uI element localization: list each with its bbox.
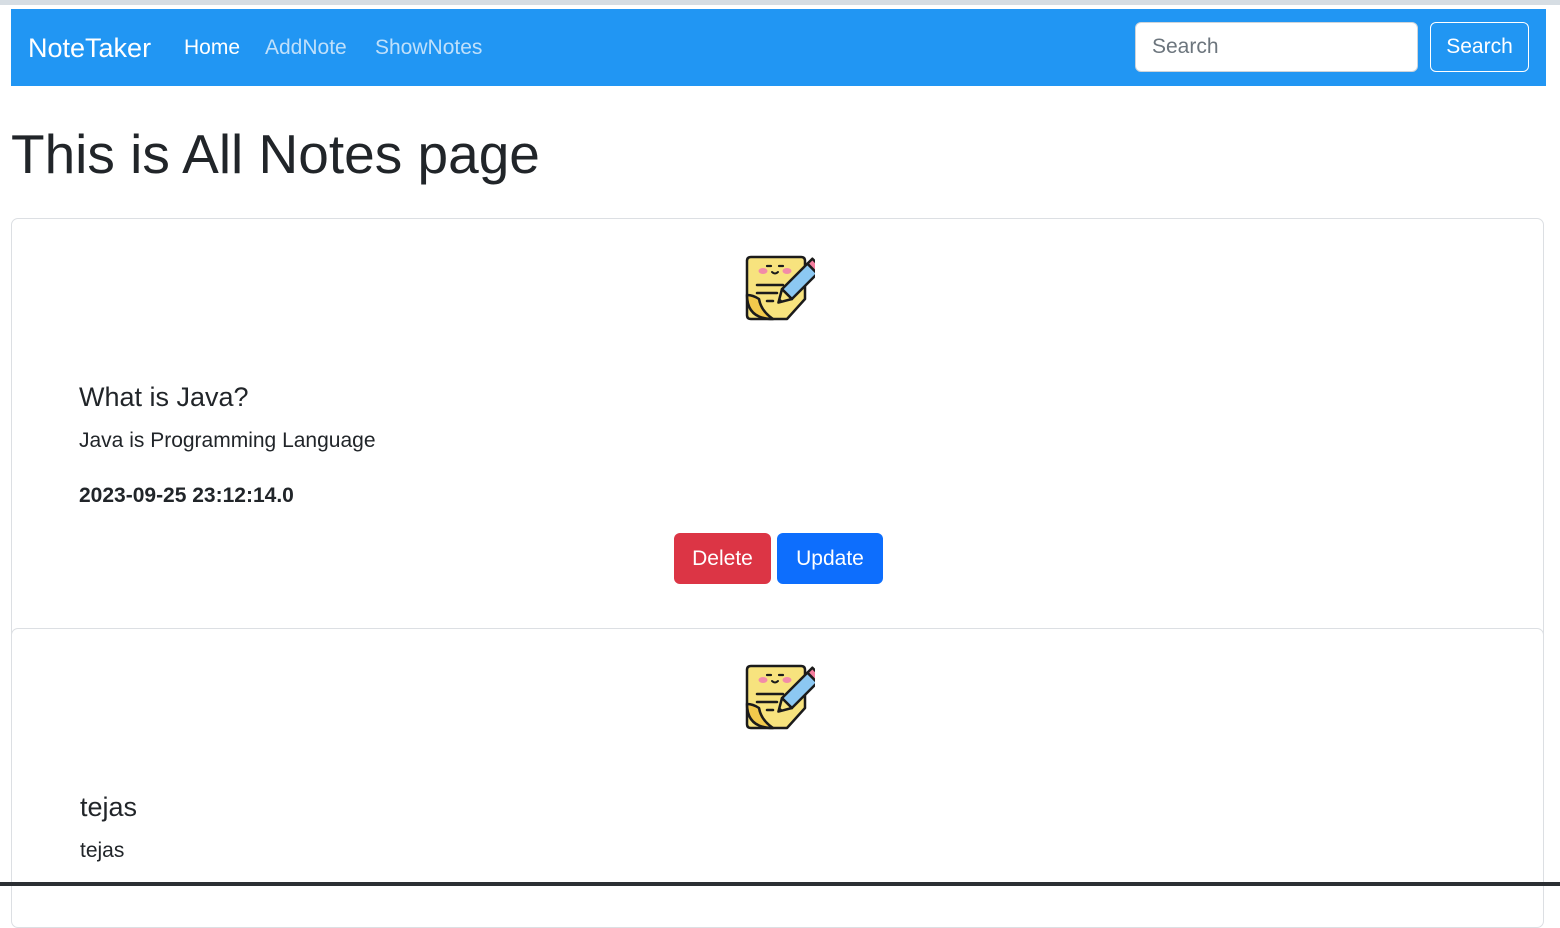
search-input[interactable] xyxy=(1135,22,1418,72)
navbar: NoteTaker Home AddNote ShowNotes Search xyxy=(11,9,1546,86)
nav-link-shownotes[interactable]: ShowNotes xyxy=(375,34,482,62)
note-card: What is Java? Java is Programming Langua… xyxy=(11,218,1544,658)
brand-link[interactable]: NoteTaker xyxy=(28,31,151,65)
note-content: Java is Programming Language xyxy=(79,429,376,452)
note-date: 2023-09-25 23:12:14.0 xyxy=(79,484,294,507)
nav-link-home[interactable]: Home xyxy=(184,34,240,62)
window-bottom-border xyxy=(0,882,1560,886)
note-title: What is Java? xyxy=(79,382,249,412)
note-content: tejas xyxy=(80,839,125,862)
note-title: tejas xyxy=(80,792,138,822)
window-top-border xyxy=(0,0,1560,5)
sticky-note-pencil-icon xyxy=(745,664,815,730)
update-button[interactable]: Update xyxy=(777,533,883,584)
search-button[interactable]: Search xyxy=(1430,22,1529,72)
sticky-note-pencil-icon xyxy=(745,255,815,321)
delete-button[interactable]: Delete xyxy=(674,533,771,584)
page-title: This is All Notes page xyxy=(11,123,540,185)
nav-link-addnote[interactable]: AddNote xyxy=(265,34,347,62)
